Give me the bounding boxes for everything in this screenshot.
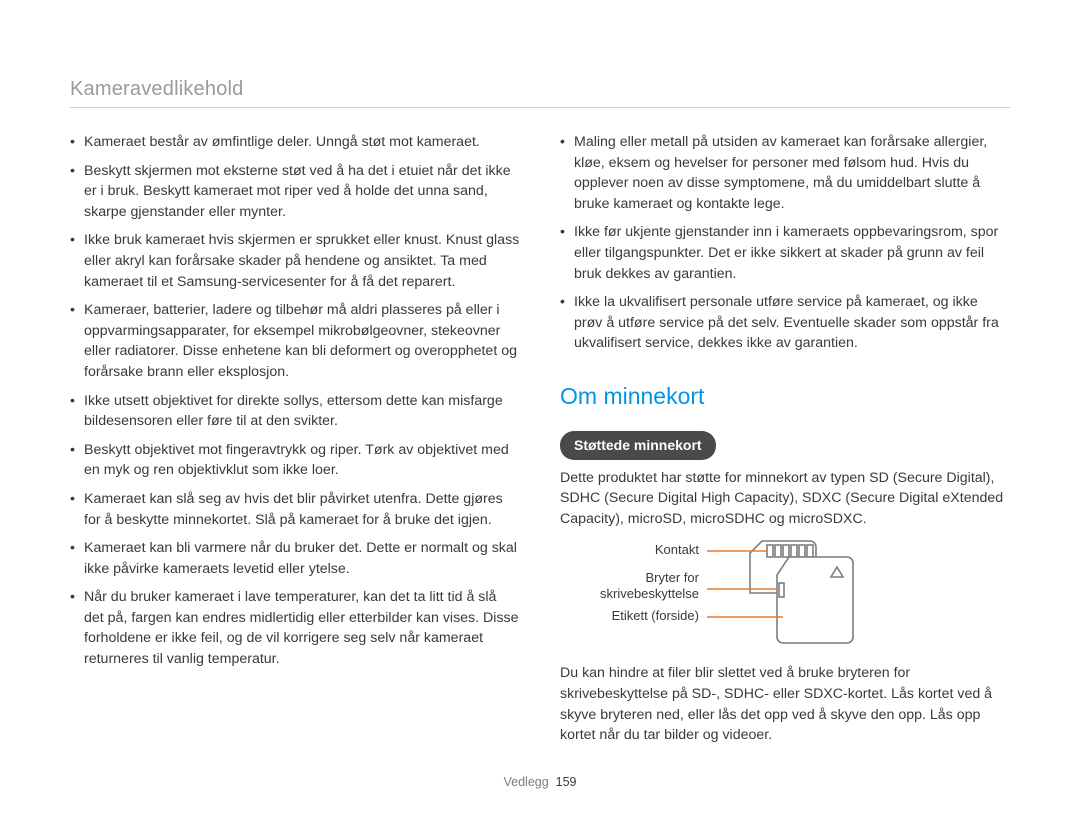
list-item: Ikke før ukjente gjenstander inn i kamer…: [560, 222, 1010, 284]
content-columns: Kameraet består av ømfintlige deler. Unn…: [70, 132, 1010, 756]
page-footer: Vedlegg 159: [0, 775, 1080, 789]
sd-label-switch-line2: skrivebeskyttelse: [600, 586, 699, 601]
header-divider: [70, 107, 1010, 108]
sd-label-front: Etikett (forside): [612, 607, 699, 626]
list-item: Ikke utsett objektivet for direkte solly…: [70, 391, 520, 432]
list-item: Kameraet består av ømfintlige deler. Unn…: [70, 132, 520, 153]
list-item: Kameraer, batterier, ladere og tilbehør …: [70, 300, 520, 382]
sd-label-switch-line1: Bryter for: [646, 570, 699, 585]
footer-section: Vedlegg: [504, 775, 549, 789]
list-item: Når du bruker kameraet i lave temperatur…: [70, 587, 520, 669]
list-item: Beskytt skjermen mot eksterne støt ved å…: [70, 161, 520, 223]
left-bullet-list: Kameraet består av ømfintlige deler. Unn…: [70, 132, 520, 670]
list-item: Ikke la ukvalifisert personale utføre se…: [560, 292, 1010, 354]
page-title: Kameravedlikehold: [70, 78, 1010, 101]
sd-label-contact: Kontakt: [655, 541, 699, 560]
right-column: Maling eller metall på utsiden av kamera…: [560, 132, 1010, 756]
list-item: Ikke bruk kameraet hvis skjermen er spru…: [70, 230, 520, 292]
sd-card-figure: Kontakt Bryter for skrivebeskyttelse Eti…: [600, 539, 1010, 649]
sd-card-labels: Kontakt Bryter for skrivebeskyttelse Eti…: [600, 539, 699, 626]
right-bullet-list: Maling eller metall på utsiden av kamera…: [560, 132, 1010, 354]
section-title-minnekort: Om minnekort: [560, 380, 1010, 413]
sd-card-icon: [707, 539, 867, 649]
write-protect-paragraph: Du kan hindre at filer blir slettet ved …: [560, 663, 1010, 745]
list-item: Beskytt objektivet mot fingeravtrykk og …: [70, 440, 520, 481]
list-item: Maling eller metall på utsiden av kamera…: [560, 132, 1010, 214]
footer-page-number: 159: [556, 775, 577, 789]
pill-supported-cards: Støttede minnekort: [560, 431, 716, 459]
supported-cards-paragraph: Dette produktet har støtte for minnekort…: [560, 468, 1010, 530]
left-column: Kameraet består av ømfintlige deler. Unn…: [70, 132, 520, 756]
list-item: Kameraet kan slå seg av hvis det blir på…: [70, 489, 520, 530]
sd-label-switch: Bryter for skrivebeskyttelse: [600, 570, 699, 601]
list-item: Kameraet kan bli varmere når du bruker d…: [70, 538, 520, 579]
